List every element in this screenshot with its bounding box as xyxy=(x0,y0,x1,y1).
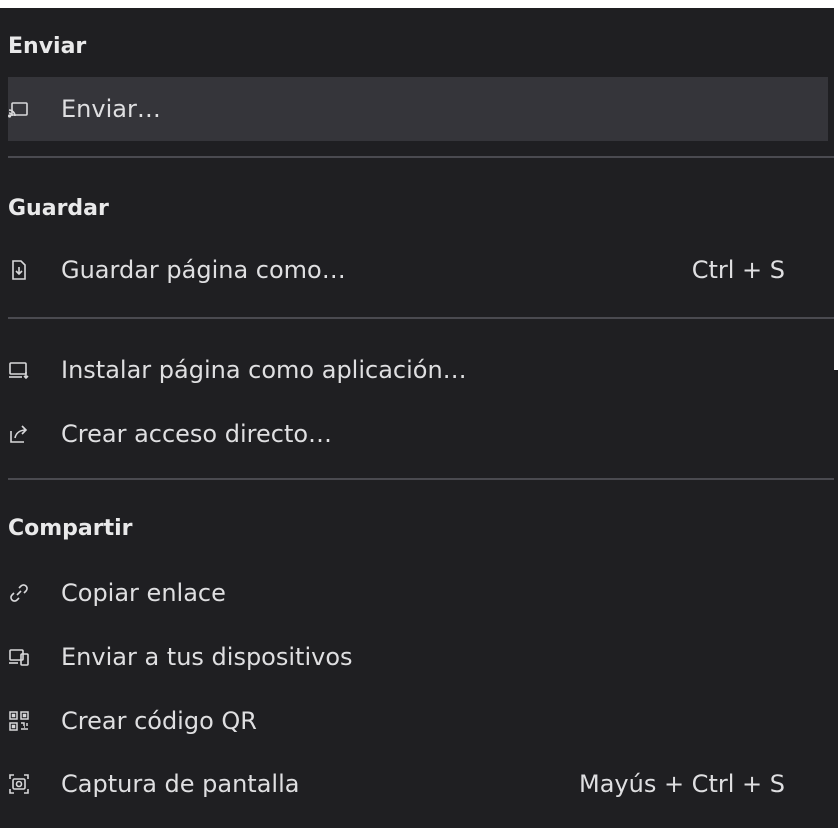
menu-item-save-page[interactable]: Guardar página como… Ctrl + S xyxy=(8,238,828,302)
menu-item-label: Enviar a tus dispositivos xyxy=(61,643,353,671)
menu-item-label: Copiar enlace xyxy=(61,579,226,607)
menu-item-label: Crear código QR xyxy=(61,707,257,735)
keyboard-shortcut: Ctrl + S xyxy=(691,256,785,284)
menu-item-create-shortcut[interactable]: Crear acceso directo… xyxy=(8,402,828,466)
menu-item-label: Guardar página como… xyxy=(61,256,346,284)
menu-item-cast[interactable]: Enviar… xyxy=(8,77,828,141)
section-header-save: Guardar xyxy=(8,196,109,221)
menu-item-label: Captura de pantalla xyxy=(61,770,300,798)
link-icon xyxy=(8,579,36,607)
devices-icon xyxy=(8,643,36,671)
qr-code-icon xyxy=(8,707,36,735)
menu-item-send-to-devices[interactable]: Enviar a tus dispositivos xyxy=(8,625,828,689)
menu-item-qr-code[interactable]: Crear código QR xyxy=(8,689,828,753)
menu-item-copy-link[interactable]: Copiar enlace xyxy=(8,561,828,625)
save-page-icon xyxy=(8,256,36,284)
separator xyxy=(8,317,834,319)
install-app-icon xyxy=(8,356,36,384)
window-edge-top xyxy=(0,0,838,8)
menu-item-install-app[interactable]: Instalar página como aplicación… xyxy=(8,338,828,402)
cast-icon xyxy=(8,95,36,123)
menu-item-screenshot[interactable]: Captura de pantalla Mayús + Ctrl + S xyxy=(8,752,828,816)
section-header-share: Compartir xyxy=(8,516,133,541)
separator xyxy=(8,478,834,480)
menu-item-label: Instalar página como aplicación… xyxy=(61,356,467,384)
section-header-send: Enviar xyxy=(8,34,87,59)
share-menu: Enviar Enviar… Guardar Guardar página co… xyxy=(0,0,838,828)
separator xyxy=(8,156,834,158)
shortcut-icon xyxy=(8,420,36,448)
menu-item-label: Enviar… xyxy=(61,95,161,123)
window-edge-right xyxy=(834,0,838,370)
menu-item-label: Crear acceso directo… xyxy=(61,420,333,448)
keyboard-shortcut: Mayús + Ctrl + S xyxy=(578,770,785,798)
screenshot-icon xyxy=(8,770,36,798)
